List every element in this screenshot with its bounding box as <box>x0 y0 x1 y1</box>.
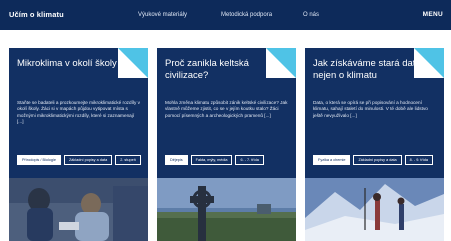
card-photo-ice-core-research[interactable] <box>305 178 444 241</box>
menu-button[interactable]: MENU <box>423 11 443 18</box>
card-tags: Přírodopis / Biologie Základní popisy a … <box>17 155 142 165</box>
tag-subject[interactable]: Přírodopis / Biologie <box>17 155 61 165</box>
tag-topic[interactable]: Fakta, mýty, média <box>190 155 233 165</box>
nav-link-metodicka-podpora[interactable]: Metodická podpora <box>221 12 272 18</box>
site-logo[interactable]: Učím o klimatu <box>9 10 64 19</box>
card-title[interactable]: Proč zanikla keltská civilizace? <box>165 58 277 82</box>
tag-grade[interactable]: 2. stupeň <box>115 155 141 165</box>
card-keltska-civilizace[interactable]: Proč zanikla keltská civilizace? Mohla z… <box>157 48 296 241</box>
nav-link-vyukove-materialy[interactable]: Výukové materiály <box>138 12 187 18</box>
card-description: Mohla změna klimatu způsobit zánik kelts… <box>165 100 288 118</box>
tag-subject[interactable]: Fyzika a chemie <box>313 155 351 165</box>
card-photo-celtic-cross[interactable] <box>157 178 296 241</box>
card-tags: Fyzika a chemie Základní popisy a data 8… <box>313 155 438 165</box>
card-photo-students-outdoors[interactable] <box>9 178 148 241</box>
card-description: Staňte se badateli a prozkoumejte mikrok… <box>17 100 140 124</box>
card-title[interactable]: Jak získáváme stará data nejen o klimatu <box>313 58 425 82</box>
tag-grade[interactable]: 6. - 7. třída <box>235 155 264 165</box>
card-title[interactable]: Mikroklima v okolí školy <box>17 58 129 70</box>
card-stara-data-o-klimatu[interactable]: Jak získáváme stará data nejen o klimatu… <box>305 48 444 241</box>
tag-grade[interactable]: 8. - 9. třída <box>404 155 434 165</box>
tag-topic[interactable]: Základní popisy a data <box>353 155 402 165</box>
tag-subject[interactable]: Dějepis <box>165 155 188 165</box>
top-navigation-bar: Učím o klimatu Výukové materiály Metodic… <box>0 0 451 30</box>
card-tags: Dějepis Fakta, mýty, média 6. - 7. třída <box>165 155 290 165</box>
card-description: Data, o která se opírá se při popisování… <box>313 100 428 118</box>
card-mikroklima[interactable]: Mikroklima v okolí školy Staňte se badat… <box>9 48 148 241</box>
nav-link-o-nas[interactable]: O nás <box>303 12 319 18</box>
tag-topic[interactable]: Základní popisy a data <box>63 155 113 165</box>
